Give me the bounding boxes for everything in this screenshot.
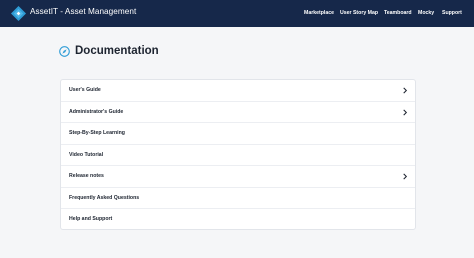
doc-item-label: Video Tutorial	[69, 151, 104, 158]
doc-item-label: Frequently Asked Questions	[69, 194, 140, 201]
doc-item-users-guide[interactable]: User's Guide	[61, 80, 415, 102]
chevron-right-icon	[403, 173, 408, 180]
doc-item-step-by-step-learning[interactable]: Step-By-Step Learning	[61, 123, 415, 145]
doc-item-faq[interactable]: Frequently Asked Questions	[61, 188, 415, 209]
chevron-right-icon	[403, 87, 408, 94]
nav-support[interactable]: Support	[442, 10, 462, 16]
app-title[interactable]: AssetIT - Asset Management	[30, 7, 136, 16]
doc-item-help-and-support[interactable]: Help and Support	[61, 209, 415, 231]
nav-user-story-map[interactable]: User Story Map	[340, 10, 378, 16]
chevron-right-icon	[403, 109, 408, 115]
doc-item-label: Help and Support	[69, 216, 113, 222]
doc-item-label: Step-By-Step Learning	[69, 130, 125, 136]
nav-teamboard[interactable]: Teamboard	[384, 10, 412, 16]
diamond-logo-icon[interactable]	[11, 6, 26, 21]
compass-icon	[59, 46, 70, 57]
doc-item-release-notes[interactable]: Release notes	[61, 166, 415, 188]
doc-item-video-tutorial[interactable]: Video Tutorial	[61, 145, 415, 166]
doc-item-label: Administrator's Guide	[69, 108, 124, 115]
top-navigation-bar: AssetIT - Asset Management Marketplace U…	[0, 0, 474, 27]
nav-marketplace[interactable]: Marketplace	[304, 10, 334, 16]
doc-item-label: Release notes	[69, 173, 104, 179]
nav-mocky[interactable]: Mocky	[418, 10, 434, 16]
doc-item-label: User's Guide	[69, 87, 101, 93]
documentation-list: User's Guide Administrator's Guide Step-…	[60, 79, 416, 230]
page-title: Documentation	[75, 45, 159, 57]
doc-item-administrators-guide[interactable]: Administrator's Guide	[61, 102, 415, 123]
